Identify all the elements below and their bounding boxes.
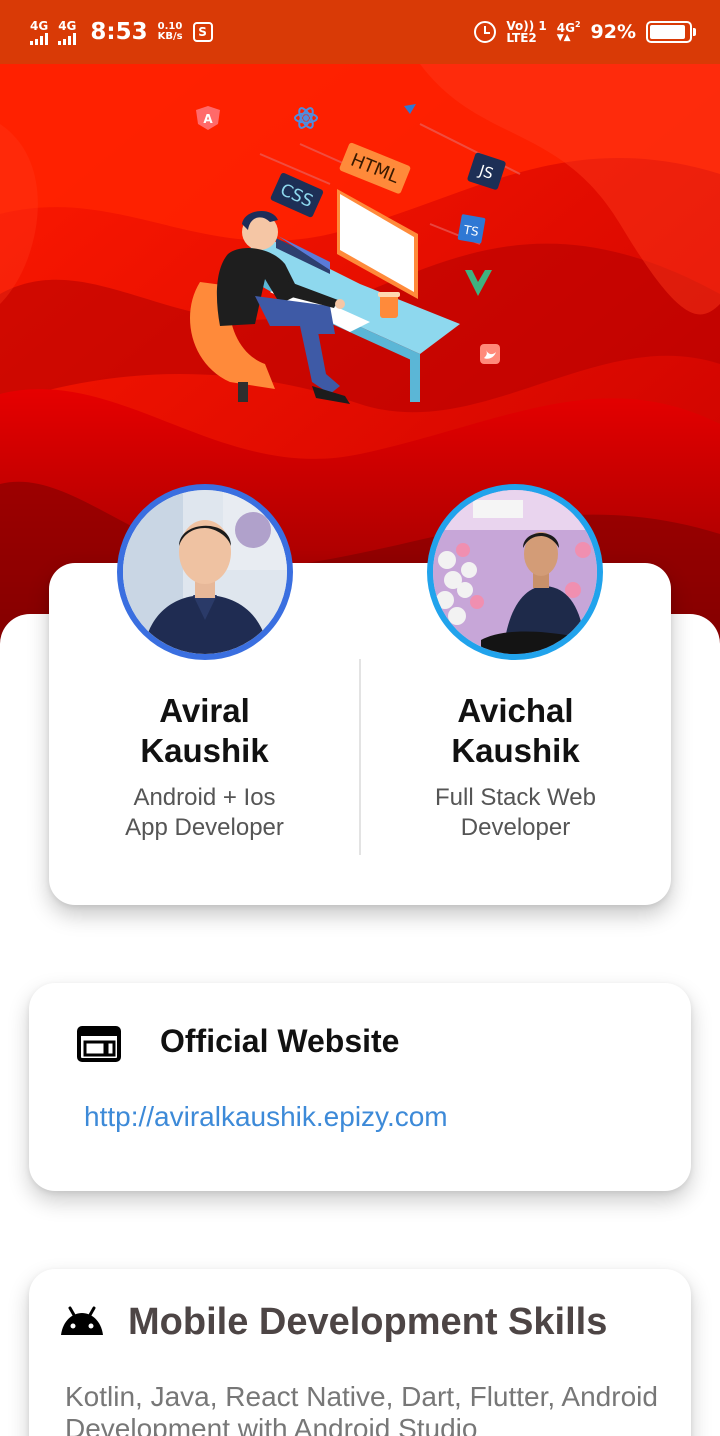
- status-bar: 4G 4G 8:53 0.10 KB/s S Vo)) 1 LTE2 4G2 ▼…: [0, 0, 720, 64]
- avatar-avichal-photo: [433, 490, 597, 654]
- developer-name-last: Kaushik: [140, 732, 269, 769]
- developer-name-first: Aviral: [159, 692, 250, 729]
- battery-icon: [646, 21, 696, 43]
- screenshot-notification-icon: S: [192, 22, 213, 42]
- ts-label: TS: [462, 222, 480, 239]
- developer-profile-aviral[interactable]: Aviral Kaushik Android + Ios App Develop…: [49, 691, 360, 843]
- battery-fill: [650, 25, 685, 39]
- status-left: 4G 4G 8:53 0.10 KB/s S: [30, 19, 213, 45]
- android-icon: [61, 1306, 103, 1335]
- clock: 8:53: [90, 19, 148, 45]
- speed-unit: KB/s: [157, 31, 183, 42]
- developer-role-line2: Developer: [460, 814, 571, 841]
- website-title: Official Website: [160, 1023, 400, 1059]
- network-speed: 0.10 KB/s: [157, 21, 183, 43]
- mobile-data-icon: 4G2 ▼▲: [556, 20, 581, 43]
- developer-name: Avichal Kaushik: [360, 691, 671, 771]
- skills-title: Mobile Development Skills: [128, 1301, 608, 1343]
- developer-profile-avichal[interactable]: Avichal Kaushik Full Stack Web Developer: [360, 691, 671, 843]
- net-sim: 2: [574, 20, 581, 29]
- signal-sim2-icon: 4G: [58, 20, 76, 45]
- sim1-label: 4G: [30, 18, 49, 33]
- volte-icon: Vo)) 1 LTE2: [506, 20, 546, 44]
- ts-badge: TS: [457, 214, 486, 244]
- official-website-card: Official Website http://aviralkaushik.ep…: [29, 983, 691, 1191]
- status-right: Vo)) 1 LTE2 4G2 ▼▲ 92%: [474, 20, 696, 44]
- web-window-icon: [77, 1026, 121, 1062]
- developer-name-last: Kaushik: [451, 732, 580, 769]
- swift-icon: [480, 344, 500, 364]
- developer-role-line1: Full Stack Web: [435, 784, 596, 811]
- alarm-icon: [474, 21, 497, 43]
- developer-name-first: Avichal: [457, 692, 574, 729]
- battery-percent: 92%: [590, 21, 636, 43]
- avatar-aviral-photo: [123, 490, 287, 654]
- skills-description: Kotlin, Java, React Native, Dart, Flutte…: [65, 1381, 658, 1436]
- developer-role-line1: Android + Ios: [133, 784, 276, 811]
- developer-role: Android + Ios App Developer: [49, 783, 360, 843]
- avatar-aviral[interactable]: [117, 484, 293, 660]
- signal-sim1-icon: 4G: [30, 20, 48, 45]
- sim2-label: 4G: [58, 18, 77, 33]
- developer-role: Full Stack Web Developer: [360, 783, 671, 843]
- volte-bottom: LTE2: [506, 31, 537, 45]
- mobile-skills-card: Mobile Development Skills Kotlin, Java, …: [29, 1269, 691, 1436]
- developer-name: Aviral Kaushik: [49, 691, 360, 771]
- angular-label: A: [203, 112, 213, 126]
- avatar-avichal[interactable]: [427, 484, 603, 660]
- website-link[interactable]: http://aviralkaushik.epizy.com: [84, 1101, 448, 1133]
- developer-role-line2: App Developer: [125, 814, 284, 841]
